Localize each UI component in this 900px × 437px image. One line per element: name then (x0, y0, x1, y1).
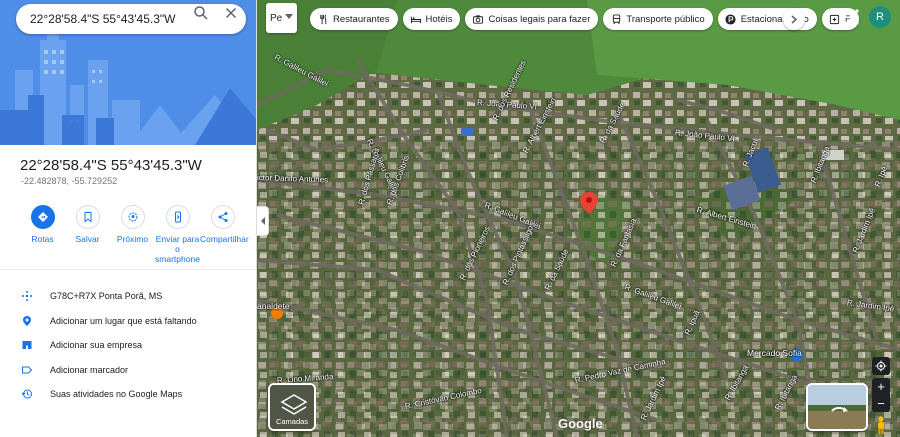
decimal-coordinates: -22.482878, -55.729252 (21, 176, 118, 186)
add-place-row[interactable]: Adicionar um lugar que está faltando (20, 309, 197, 334)
map-type-label: Pe (270, 12, 283, 24)
hotel-icon (410, 16, 421, 23)
search-icon[interactable] (192, 4, 210, 22)
camera-icon (473, 14, 484, 24)
chip-restaurants[interactable]: Restaurantes (310, 8, 398, 30)
add-place-icon (23, 315, 31, 326)
add-label-row[interactable]: Adicionar marcador (20, 358, 197, 383)
chips-next-button[interactable] (783, 8, 805, 30)
transit-icon (612, 13, 621, 24)
add-business-text: Adicionar sua empresa (50, 340, 143, 351)
my-location-icon (875, 360, 887, 372)
search-box[interactable] (16, 4, 246, 34)
category-chips: Restaurantes Hotéis Coisas legais para f… (310, 8, 859, 30)
hero-illustration (0, 0, 256, 145)
save-button[interactable]: Salvar (65, 205, 110, 264)
share-button[interactable]: Compartilhar (200, 205, 249, 264)
satellite-map[interactable]: R. Galileu Galilei R. João Paulo VI R. J… (257, 0, 900, 437)
restaurant-icon (319, 14, 326, 24)
plus-code-text: G78C+R7X Ponta Porã, MS (50, 291, 163, 302)
pharmacy-icon (830, 14, 840, 24)
layers-button[interactable]: Camadas (268, 383, 316, 431)
street-view-thumbnail[interactable] (806, 383, 868, 431)
nearby-icon (128, 212, 137, 222)
business-icon (22, 341, 32, 350)
apps-grid-icon[interactable] (842, 8, 860, 26)
place-title: 22°28'58.4"S 55°43'45.3"W (20, 157, 202, 174)
nearby-button[interactable]: Próximo (110, 205, 155, 264)
zoom-out-button[interactable]: − (872, 395, 890, 412)
info-list: G78C+R7X Ponta Porã, MS Adicionar um lug… (20, 284, 197, 407)
nearby-label: Próximo (116, 234, 149, 244)
directions-icon (37, 212, 48, 222)
chip-label: Transporte público (626, 13, 705, 25)
poi-label-mercado[interactable]: Mercado Sofia (747, 348, 802, 358)
phone-icon (174, 211, 181, 223)
add-label-text: Adicionar marcador (50, 364, 129, 375)
map-type-selector[interactable]: Pe (266, 3, 297, 33)
place-panel: 22°28'58.4"S 55°43'45.3"W -22.482878, -5… (0, 0, 257, 437)
divider (0, 269, 256, 270)
chip-label: Hotéis (425, 13, 453, 25)
add-place-text: Adicionar um lugar que está faltando (50, 315, 197, 326)
plus-code-row[interactable]: G78C+R7X Ponta Porã, MS (20, 284, 197, 309)
chip-hotels[interactable]: Hotéis (402, 8, 461, 30)
action-bar: Rotas Salvar Próximo Enviar para o smart… (20, 205, 249, 264)
pegman-icon[interactable] (874, 416, 888, 434)
share-icon (218, 212, 227, 222)
parking-icon (725, 13, 736, 25)
chip-transit[interactable]: Transporte público (603, 8, 713, 30)
satellite-imagery (257, 0, 900, 437)
send-to-phone-label: Enviar para o smartphone (155, 234, 200, 264)
poi-label-analdete[interactable]: analdete (257, 301, 290, 311)
close-icon[interactable] (222, 4, 240, 22)
chip-label: Coisas legais para fazer (488, 13, 591, 25)
my-location-button[interactable] (872, 357, 890, 375)
collapse-panel-button[interactable] (257, 206, 269, 236)
activity-text: Suas atividades no Google Maps (50, 389, 183, 400)
plus-code-icon (22, 291, 32, 302)
bookmark-icon (84, 212, 91, 223)
history-icon (21, 389, 32, 399)
label-icon (22, 366, 33, 374)
chevron-left-icon (260, 217, 265, 225)
google-logo: Google (558, 416, 603, 431)
zoom-in-button[interactable]: + (872, 378, 890, 395)
activity-row[interactable]: Suas atividades no Google Maps (20, 382, 197, 407)
add-business-row[interactable]: Adicionar sua empresa (20, 333, 197, 358)
save-label: Salvar (75, 234, 100, 244)
account-avatar[interactable]: R (869, 6, 891, 28)
chevron-down-icon (285, 14, 293, 19)
chip-label: Restaurantes (333, 13, 390, 25)
zoom-control: + − (872, 378, 890, 412)
send-to-phone-button[interactable]: Enviar para o smartphone (155, 205, 200, 264)
layers-label: Camadas (275, 417, 309, 426)
directions-button[interactable]: Rotas (20, 205, 65, 264)
street-view-preview (808, 385, 866, 429)
directions-label: Rotas (31, 234, 54, 244)
share-label: Compartilhar (200, 234, 249, 244)
search-input[interactable] (30, 12, 190, 26)
chevron-right-icon (791, 14, 797, 24)
chip-things-to-do[interactable]: Coisas legais para fazer (465, 8, 599, 30)
